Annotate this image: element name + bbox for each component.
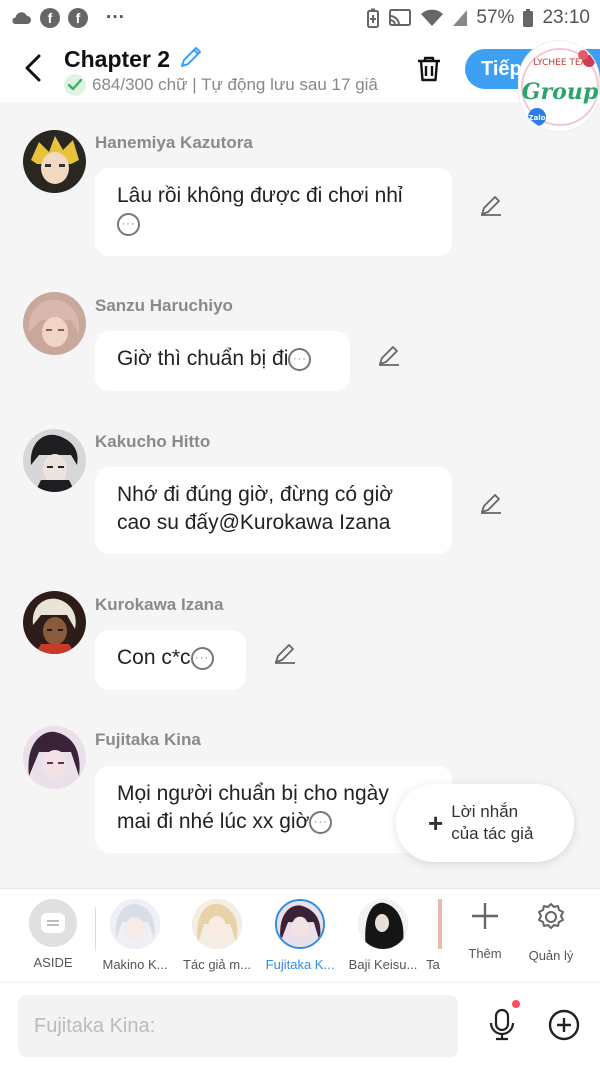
character-item-selected[interactable]: Fujitaka K... bbox=[257, 899, 343, 972]
character-avatar bbox=[110, 899, 160, 949]
battery-saver-icon bbox=[366, 8, 380, 28]
delete-button[interactable] bbox=[412, 52, 446, 86]
sender-name: Hanemiya Kazutora bbox=[95, 133, 253, 152]
character-avatar bbox=[275, 899, 325, 949]
edit-message-button[interactable] bbox=[476, 190, 506, 220]
pencil-icon bbox=[481, 196, 501, 216]
avatar[interactable] bbox=[23, 429, 86, 492]
character-item[interactable]: Ta bbox=[420, 899, 446, 972]
character-item[interactable]: Baji Keisu... bbox=[340, 899, 426, 972]
word-count-autosave: 684/300 chữ | Tự động lưu sau 17 giâ bbox=[92, 75, 378, 94]
message-text: Giờ thì chuẩn bị đi bbox=[117, 347, 289, 370]
message-text-line: cao su đấy@Kurokawa Izana bbox=[117, 511, 391, 534]
plus-circle-icon bbox=[548, 1009, 580, 1041]
message-input[interactable] bbox=[18, 995, 458, 1057]
message-text-line: mai đi nhé lúc xx giờ bbox=[117, 810, 310, 833]
trash-icon bbox=[418, 56, 440, 82]
character-label: Ta bbox=[426, 957, 440, 972]
edit-title-icon[interactable] bbox=[178, 44, 204, 75]
author-note-label: của tác giả bbox=[451, 824, 534, 843]
avatar[interactable] bbox=[23, 726, 86, 789]
avatar[interactable] bbox=[23, 292, 86, 355]
character-label: Makino K... bbox=[102, 957, 168, 972]
character-label: Tác giả m... bbox=[183, 957, 251, 972]
edit-message-button[interactable] bbox=[476, 488, 506, 518]
author-note-button[interactable]: + Lời nhắn của tác giả bbox=[396, 784, 574, 862]
battery-percent: 57% bbox=[476, 7, 515, 28]
edit-message-button[interactable] bbox=[374, 340, 404, 370]
saved-check-icon bbox=[64, 74, 86, 96]
message-text: Con c*c bbox=[117, 646, 191, 669]
gear-icon bbox=[538, 903, 564, 929]
aside-icon bbox=[29, 899, 77, 947]
cast-icon bbox=[388, 8, 412, 28]
notification-dot bbox=[512, 1000, 520, 1008]
facebook-icon: f bbox=[68, 8, 88, 28]
more-notifications-icon: ··· bbox=[106, 7, 125, 28]
svg-text:LYCHEE TEA: LYCHEE TEA bbox=[533, 58, 587, 68]
pencil-icon bbox=[275, 644, 295, 664]
author-note-label: Lời nhắn bbox=[451, 802, 519, 821]
character-item[interactable]: Makino K... bbox=[92, 899, 178, 972]
battery-icon bbox=[522, 8, 534, 28]
chevron-left-icon bbox=[25, 54, 41, 82]
sender-name: Kakucho Hitto bbox=[95, 432, 211, 451]
avatar[interactable] bbox=[23, 591, 86, 654]
edit-message-button[interactable] bbox=[270, 638, 300, 668]
facebook-icon: f bbox=[40, 8, 60, 28]
message-bubble[interactable]: Giờ thì chuẩn bị đi ··· bbox=[95, 331, 350, 391]
character-selector: ASIDE Makino K... Tác giả m... Fujitaka … bbox=[0, 888, 600, 982]
character-label: Fujitaka K... bbox=[265, 957, 335, 972]
comment-icon[interactable]: ··· bbox=[309, 810, 333, 834]
wifi-icon bbox=[420, 8, 444, 28]
character-aside[interactable]: ASIDE bbox=[10, 899, 96, 970]
attach-button[interactable] bbox=[546, 1007, 582, 1043]
pencil-icon bbox=[379, 346, 399, 366]
message-bubble[interactable]: Lâu rồi không được đi chơi nhỉ ··· bbox=[95, 168, 452, 256]
pencil-icon bbox=[481, 494, 501, 514]
plus-icon bbox=[472, 903, 498, 929]
add-character-button[interactable]: Thêm bbox=[450, 901, 520, 961]
character-label: ASIDE bbox=[33, 955, 73, 970]
message-text: Lâu rồi không được đi chơi nhỉ bbox=[117, 184, 403, 207]
add-label: Thêm bbox=[468, 946, 502, 961]
manage-label: Quản lý bbox=[528, 948, 574, 963]
microphone-icon bbox=[489, 1008, 515, 1041]
back-button[interactable] bbox=[18, 50, 48, 86]
character-label: Baji Keisu... bbox=[348, 957, 418, 972]
cloud-icon bbox=[10, 11, 32, 25]
sender-name: Kurokawa Izana bbox=[95, 595, 224, 614]
plus-icon: + bbox=[428, 807, 444, 838]
signal-icon bbox=[452, 9, 468, 27]
character-avatar bbox=[192, 899, 242, 949]
comment-icon[interactable]: ··· bbox=[190, 646, 214, 670]
avatar[interactable] bbox=[23, 130, 86, 193]
editor-header: Chapter 2 684/300 chữ | Tự động lưu sau … bbox=[0, 36, 600, 102]
chat-area[interactable]: Hanemiya Kazutora Lâu rồi không được đi … bbox=[0, 102, 600, 888]
comment-icon[interactable]: ··· bbox=[117, 212, 140, 236]
comment-icon[interactable]: ··· bbox=[288, 347, 312, 371]
sender-name: Fujitaka Kina bbox=[95, 730, 201, 749]
compose-bar bbox=[0, 982, 600, 1067]
character-avatar bbox=[358, 899, 408, 949]
message-text-line: Nhớ đi đúng giờ, đừng có giờ bbox=[117, 483, 394, 506]
message-bubble[interactable]: Con c*c ··· bbox=[95, 630, 246, 690]
character-item[interactable]: Tác giả m... bbox=[174, 899, 260, 972]
clock: 23:10 bbox=[542, 7, 590, 28]
sender-name: Sanzu Haruchiyo bbox=[95, 296, 233, 315]
status-bar: f f ··· 57% 23:10 bbox=[0, 0, 600, 36]
message-bubble[interactable]: Nhớ đi đúng giờ, đừng có giờ cao su đấy@… bbox=[95, 467, 452, 554]
manage-characters-button[interactable]: Quản lý bbox=[516, 901, 586, 963]
chapter-title[interactable]: Chapter 2 bbox=[64, 46, 170, 73]
voice-input-button[interactable] bbox=[484, 1005, 520, 1045]
message-text-line: Mọi người chuẩn bị cho ngày bbox=[117, 782, 389, 805]
